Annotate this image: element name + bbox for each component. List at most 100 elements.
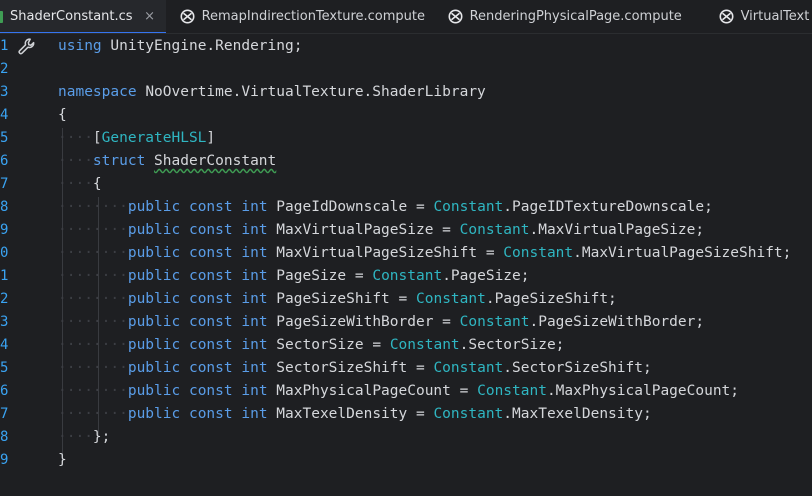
line-number[interactable]: 1 (0, 265, 14, 288)
code-line-member: ········public const int PageSizeWithBor… (58, 314, 705, 330)
keyword: const (188, 222, 233, 238)
keyword: int (241, 268, 268, 284)
line-number[interactable]: 4 (0, 104, 14, 127)
member-name: MaxTexelDensity (276, 406, 408, 422)
line-number[interactable]: 8 (0, 196, 14, 219)
line-number[interactable]: 0 (0, 242, 14, 265)
code-line-member: ········public const int MaxTexelDensity… (58, 406, 652, 422)
member-value: .MaxVirtualPageSize; (529, 222, 705, 238)
keyword: const (188, 268, 233, 284)
operator: = (485, 245, 495, 261)
brace: } (58, 452, 67, 468)
class-ref: Constant (433, 360, 504, 376)
member-name: PageSizeWithBorder (276, 314, 434, 330)
operator: = (415, 199, 425, 215)
line-number[interactable]: 8 (0, 426, 14, 449)
line-number[interactable]: 7 (0, 403, 14, 426)
code-line: { (58, 104, 67, 127)
line-number[interactable]: 6 (0, 150, 14, 173)
shader-file-icon (180, 9, 195, 24)
tab-virtualtexture-partial[interactable]: VirtualText (705, 0, 810, 33)
code-line-member: ········public const int SectorSize = Co… (58, 337, 565, 353)
operator: = (398, 291, 408, 307)
member-value: .PageSizeWithBorder; (529, 314, 705, 330)
code-line-member: ········public const int PageSize = Cons… (58, 268, 530, 284)
line-number[interactable]: 9 (0, 219, 14, 242)
tab-label: VirtualText (740, 9, 810, 24)
member-value: .MaxTexelDensity; (503, 406, 652, 422)
tab-shaderconstant-cs[interactable]: ShaderConstant.cs × (0, 0, 166, 33)
tab-renderingphysicalpage-compute[interactable]: RenderingPhysicalPage.compute (434, 0, 705, 33)
keyword: public (127, 360, 181, 376)
keyword: int (241, 222, 268, 238)
keyword: public (127, 245, 181, 261)
keyword: int (241, 360, 268, 376)
member-name: SectorSize (276, 337, 364, 353)
line-number[interactable]: 9 (0, 449, 14, 472)
line-number[interactable]: 5 (0, 357, 14, 380)
member-value: .SectorSize; (459, 337, 565, 353)
member-value: .PageSize; (442, 268, 530, 284)
namespace-name: NoOvertime.VirtualTexture.ShaderLibrary (145, 84, 486, 100)
keyword: public (127, 222, 181, 238)
member-name: MaxVirtualPageSize (276, 222, 434, 238)
code-line-member: ········public const int PageIdDownscale… (58, 199, 713, 215)
member-name: PageSize (276, 268, 347, 284)
keyword: const (188, 245, 233, 261)
class-ref: Constant (416, 291, 486, 307)
line-number[interactable]: 2 (0, 58, 14, 81)
line-number[interactable]: 1 (0, 35, 14, 58)
code-line: using UnityEngine.Rendering; (58, 35, 302, 58)
class-ref: Constant (389, 337, 460, 353)
namespace-ref: UnityEngine.Rendering; (110, 38, 303, 54)
line-number[interactable]: 5 (0, 127, 14, 150)
keyword: public (127, 314, 181, 330)
line-number[interactable]: 3 (0, 81, 14, 104)
line-number[interactable]: 6 (0, 380, 14, 403)
keyword: const (188, 199, 233, 215)
code-line: ····}; (58, 429, 111, 445)
line-number[interactable]: 2 (0, 288, 14, 311)
keyword: int (241, 406, 268, 422)
code-line-member: ········public const int MaxPhysicalPage… (58, 383, 740, 399)
keyword: public (127, 383, 181, 399)
file-modified-marker (0, 0, 10, 33)
brace: }; (92, 429, 111, 445)
keyword: int (241, 383, 268, 399)
code-line: namespace NoOvertime.VirtualTexture.Shad… (58, 81, 486, 104)
keyword: public (127, 337, 181, 353)
line-number[interactable]: 7 (0, 173, 14, 196)
wrench-icon[interactable] (17, 37, 37, 57)
keyword: int (241, 291, 268, 307)
class-ref: Constant (372, 268, 443, 284)
member-value: .MaxVirtualPageSizeShift; (573, 245, 792, 261)
bracket: ] (206, 130, 216, 146)
keyword: namespace (58, 84, 137, 100)
operator: = (442, 222, 451, 238)
keyword: int (241, 337, 268, 353)
code-editor[interactable]: using UnityEngine.Rendering; namespace N… (58, 34, 812, 496)
code-line-member: ········public const int MaxVirtualPageS… (58, 222, 705, 238)
keyword: int (241, 314, 268, 330)
code-line: } (58, 449, 67, 472)
operator: = (415, 406, 425, 422)
close-icon[interactable]: × (144, 9, 156, 24)
code-line-member: ········public const int PageSizeShift =… (58, 291, 617, 307)
keyword: public (127, 291, 181, 307)
brace: { (58, 107, 67, 123)
operator: = (442, 314, 451, 330)
operator: = (459, 383, 469, 399)
keyword: const (188, 337, 233, 353)
editor-tab-bar: ShaderConstant.cs × RemapIndirectionText… (0, 0, 812, 34)
keyword: public (127, 199, 181, 215)
tab-label: RenderingPhysicalPage.compute (469, 9, 682, 24)
member-name: SectorSizeShift (276, 360, 408, 376)
tab-remapindirectiontexture-compute[interactable]: RemapIndirectionTexture.compute (166, 0, 434, 33)
line-number[interactable]: 4 (0, 334, 14, 357)
member-value: .SectorSizeShift; (503, 360, 652, 376)
code-line: ····struct ShaderConstant (58, 153, 277, 169)
attribute-name: GenerateHLSL (101, 130, 207, 146)
keyword: const (188, 406, 233, 422)
line-number[interactable]: 3 (0, 311, 14, 334)
code-line: ····[GenerateHLSL] (58, 130, 216, 146)
